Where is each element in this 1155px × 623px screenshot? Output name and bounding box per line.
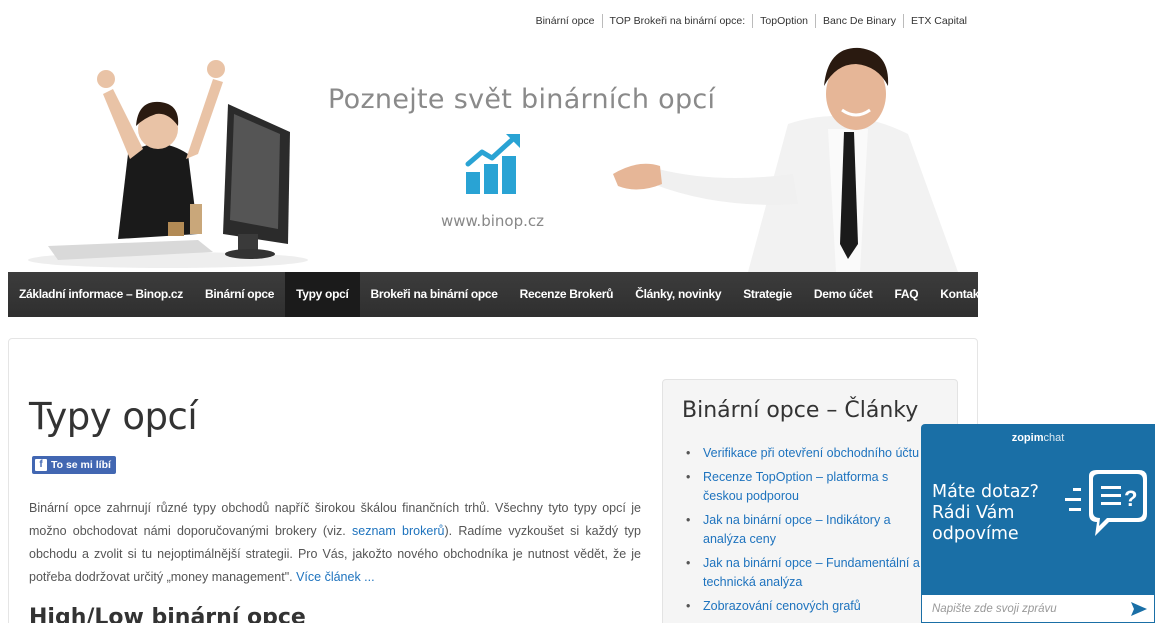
header-banner[interactable]: Poznejte svět binárních opcí www.binop.c… <box>8 34 978 272</box>
businessman-image <box>613 47 958 272</box>
main-content: Typy opcí f To se mi líbí Binární opce z… <box>8 338 978 623</box>
banner-website: www.binop.cz <box>441 212 544 230</box>
toplink-topoption[interactable]: TopOption <box>752 14 815 28</box>
articles-widget: Binární opce – Články Verifikace při ote… <box>662 379 958 623</box>
chat-brand-logo: zopimchat <box>921 432 1155 444</box>
article-link[interactable]: Jak na binární opce – Fundamentální a te… <box>703 556 920 590</box>
article-link[interactable]: Zobrazování cenových grafů <box>703 599 861 613</box>
list-item: Jak na binární opce – Indikátory a analý… <box>682 511 922 550</box>
chat-brand-bold: zopim <box>1011 432 1044 444</box>
chat-message-input[interactable] <box>922 602 1122 615</box>
toplink-banc-de-binary[interactable]: Banc De Binary <box>815 14 903 28</box>
chat-greeting-line-1: Máte dotaz? <box>932 482 1039 502</box>
list-item: Zobrazování cenových grafů <box>682 597 922 617</box>
list-item: Jak na binární opce – Fundamentální a te… <box>682 554 922 593</box>
widget-title: Binární opce – Články <box>682 398 919 423</box>
chat-greeting-line-3: odpovíme <box>932 524 1019 544</box>
page-title: Typy opcí <box>29 395 198 438</box>
toplink-top-brokers[interactable]: TOP Brokeři na binární opce: <box>601 14 753 28</box>
chat-greeting: Máte dotaz? Rádi Vám odpovíme <box>932 482 1039 545</box>
woman-at-computer-image <box>28 60 308 268</box>
nav-item-binarni-opce[interactable]: Binární opce <box>194 272 285 317</box>
top-links: Binární opce TOP Brokeři na binární opce… <box>529 14 974 28</box>
like-label: To se mi líbí <box>51 459 111 471</box>
section-heading-high-low: High/Low binární opce <box>29 605 306 623</box>
article-link[interactable]: Recenze TopOption – platforma s českou p… <box>703 470 888 504</box>
article-link[interactable]: Jak na binární opce – Indikátory a analý… <box>703 513 891 547</box>
main-nav: Základní informace – Binop.cz Binární op… <box>8 272 983 317</box>
article-list: Verifikace při otevření obchodního účtu … <box>682 444 922 620</box>
send-icon[interactable] <box>1130 600 1148 618</box>
list-item: Recenze TopOption – platforma s českou p… <box>682 468 922 507</box>
chat-widget[interactable]: zopimchat Máte dotaz? Rádi Vám odpovíme … <box>921 424 1155 623</box>
growth-chart-icon <box>465 134 520 194</box>
nav-item-typy-opci[interactable]: Typy opcí <box>285 272 360 317</box>
speech-bubble-icon: ? <box>1065 470 1147 536</box>
nav-item-zakladni-informace[interactable]: Základní informace – Binop.cz <box>8 272 194 317</box>
nav-item-kontakt[interactable]: Kontakt <box>929 272 994 317</box>
broker-list-link[interactable]: seznam brokerů <box>352 524 444 538</box>
nav-item-faq[interactable]: FAQ <box>884 272 930 317</box>
nav-item-demo-ucet[interactable]: Demo účet <box>803 272 884 317</box>
article-link[interactable]: Verifikace při otevření obchodního účtu <box>703 446 919 460</box>
toplink-binarni-opce[interactable]: Binární opce <box>529 14 602 28</box>
chat-brand-light: chat <box>1043 432 1065 444</box>
facebook-like-button[interactable]: f To se mi líbí <box>32 456 116 474</box>
chat-input-bar <box>921 594 1155 623</box>
intro-paragraph: Binární opce zahrnují různé typy obchodů… <box>29 497 641 589</box>
chat-greeting-line-2: Rádi Vám <box>932 503 1015 523</box>
svg-text:?: ? <box>1124 486 1137 511</box>
toplink-etx-capital[interactable]: ETX Capital <box>902 14 974 28</box>
nav-item-recenze-brokeru[interactable]: Recenze Brokerů <box>509 272 625 317</box>
nav-item-clanky-novinky[interactable]: Články, novinky <box>624 272 732 317</box>
read-more-link[interactable]: Více článek ... <box>296 570 375 584</box>
facebook-icon: f <box>35 459 47 471</box>
list-item: Verifikace při otevření obchodního účtu <box>682 444 922 464</box>
nav-item-strategie[interactable]: Strategie <box>732 272 803 317</box>
nav-item-brokeri[interactable]: Brokeři na binární opce <box>360 272 509 317</box>
